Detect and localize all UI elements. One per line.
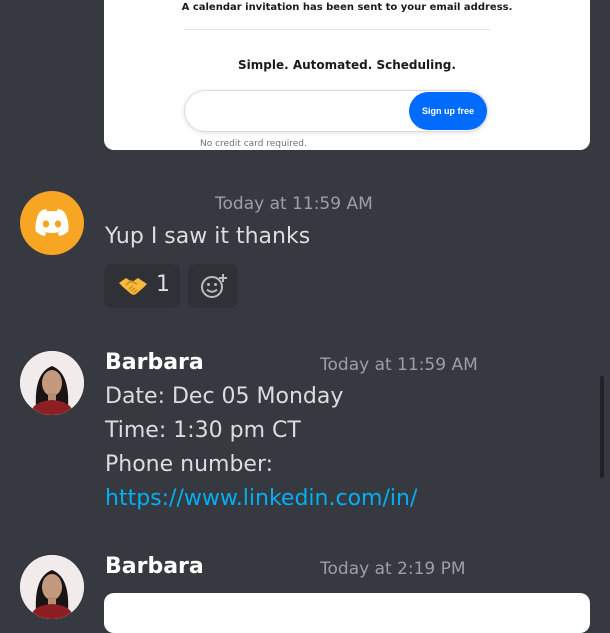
message-timestamp: Today at 2:19 PM bbox=[320, 559, 466, 579]
signup-button[interactable]: Sign up free bbox=[409, 92, 487, 130]
message-line-date: Date: Dec 05 Monday bbox=[105, 384, 344, 409]
reaction-handshake[interactable]: 1 bbox=[104, 264, 180, 308]
embed-card bbox=[104, 593, 590, 633]
handshake-icon bbox=[119, 278, 147, 295]
message-line-phone: Phone number: bbox=[105, 452, 274, 477]
author-name[interactable]: Barbara bbox=[105, 554, 204, 579]
author-name[interactable]: Barbara bbox=[105, 350, 204, 375]
embed-card: A calendar invitation has been sent to y… bbox=[104, 0, 590, 150]
invite-text: A calendar invitation has been sent to y… bbox=[181, 2, 513, 13]
no-credit-card-note: No credit card required. bbox=[200, 139, 307, 149]
message-timestamp: Today at 11:59 AM bbox=[215, 194, 373, 214]
add-reaction-button[interactable] bbox=[188, 264, 238, 308]
user-photo-icon bbox=[20, 351, 84, 415]
add-reaction-icon bbox=[201, 274, 227, 298]
user-avatar[interactable] bbox=[20, 555, 84, 619]
divider bbox=[184, 29, 490, 30]
reaction-count: 1 bbox=[156, 272, 170, 297]
discord-logo-icon bbox=[35, 209, 69, 236]
tagline: Simple. Automated. Scheduling. bbox=[238, 58, 456, 72]
user-photo-icon bbox=[20, 555, 84, 619]
scrollbar-thumb[interactable] bbox=[600, 376, 604, 478]
discord-avatar[interactable] bbox=[20, 191, 84, 255]
message-text: Yup I saw it thanks bbox=[105, 224, 311, 249]
linkedin-link[interactable]: https://www.linkedin.com/in/ bbox=[105, 486, 417, 511]
user-avatar[interactable] bbox=[20, 351, 84, 415]
message-timestamp: Today at 11:59 AM bbox=[320, 355, 478, 375]
message-line-time: Time: 1:30 pm CT bbox=[105, 418, 301, 443]
